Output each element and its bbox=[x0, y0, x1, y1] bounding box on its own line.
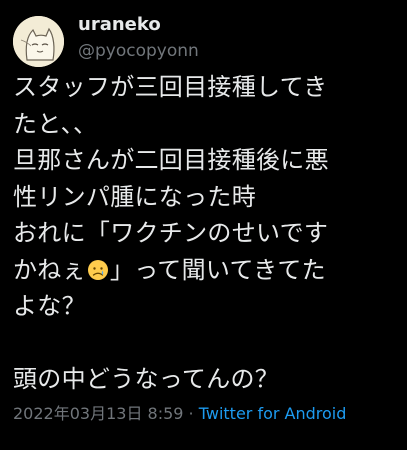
avatar[interactable] bbox=[13, 16, 64, 67]
meta-separator: · bbox=[183, 404, 199, 423]
timestamp[interactable]: 2022年03月13日 8:59 bbox=[13, 404, 183, 423]
tweet-line-segment: 」って聞いてきてた bbox=[109, 255, 326, 284]
tweet-line-segment: かねぇ bbox=[13, 255, 86, 284]
tweet-line: 頭の中どうなってんの？ bbox=[13, 365, 280, 393]
tweet-line-with-emoji: かねぇ 」って聞いてきてた bbox=[13, 252, 403, 289]
source-link[interactable]: Twitter for Android bbox=[199, 404, 347, 423]
tweet-line: スタッフが三回目接種してき bbox=[13, 73, 328, 101]
tweet-card: uraneko @pyocopyonn スタッフが三回目接種してき たと、、 旦… bbox=[0, 0, 407, 450]
display-name[interactable]: uraneko bbox=[78, 13, 161, 37]
user-handle[interactable]: @pyocopyonn bbox=[78, 40, 199, 62]
tweet-line: たと、、 bbox=[13, 109, 98, 138]
tweet-line: おれに「ワクチンのせいです bbox=[13, 219, 329, 247]
crying-face-emoji-icon bbox=[87, 259, 108, 280]
tweet-line: よな？ bbox=[13, 292, 86, 320]
tweet-line: 旦那さんが二回目接種後に悪 bbox=[13, 146, 329, 174]
tweet-line: 性リンパ腫になった時 bbox=[13, 182, 256, 211]
tweet-text: スタッフが三回目接種してき たと、、 旦那さんが二回目接種後に悪 性リンパ腫にな… bbox=[13, 69, 403, 398]
cat-sketch-avatar-icon bbox=[13, 16, 64, 67]
tweet-meta: 2022年03月13日 8:59 · Twitter for Android bbox=[13, 403, 346, 425]
